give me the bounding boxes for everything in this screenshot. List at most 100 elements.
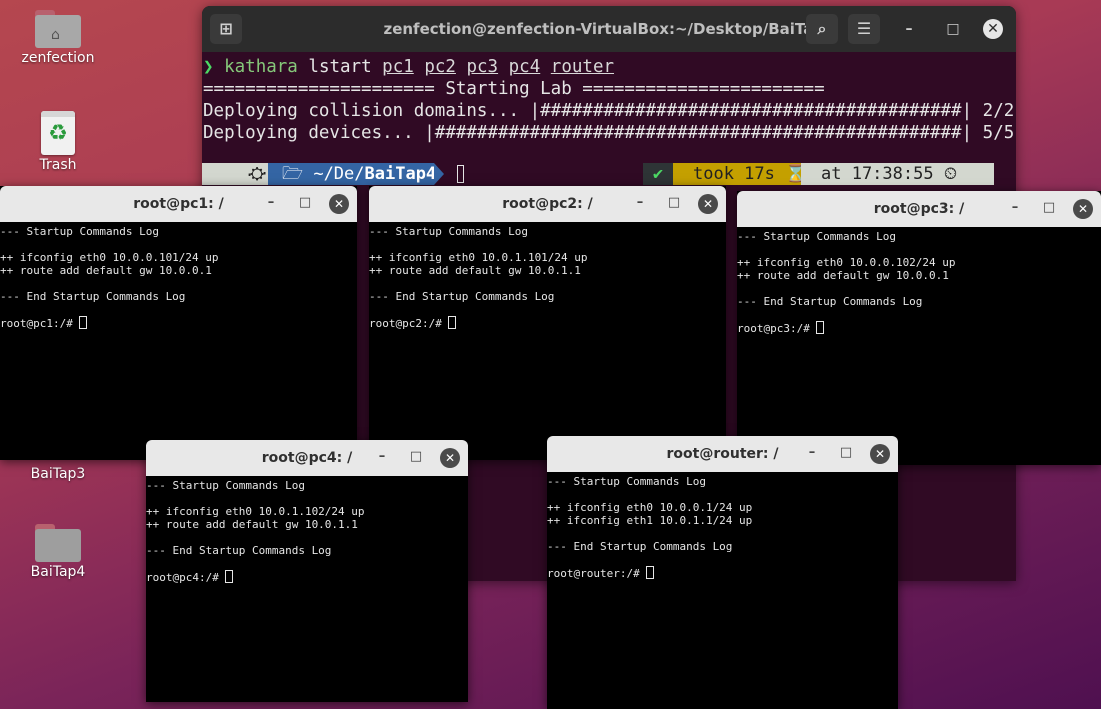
log-line: --- End Startup Commands Log [369, 290, 555, 303]
desktop-icon-home[interactable]: ⌂ zenfection [13, 10, 103, 66]
xterm-window-pc4[interactable]: root@pc4: / – □ ✕ --- Startup Commands L… [146, 440, 468, 702]
close-button[interactable]: ✕ [983, 19, 1003, 39]
desktop-icon-label: zenfection [21, 50, 95, 66]
shell-prompt: root@pc3:/# [737, 322, 817, 335]
minimize-button[interactable]: – [899, 19, 919, 39]
xterm-window-router[interactable]: root@router: / – □ ✕ --- Startup Command… [547, 436, 898, 709]
took-duration: took 17s ⌛ [673, 163, 806, 185]
success-check-icon: ✔ [643, 163, 673, 185]
main-terminal-output[interactable]: ❯ kathara lstart pc1 pc2 pc3 pc4 router … [202, 52, 1016, 144]
xterm-titlebar[interactable]: root@router: / – □ ✕ [547, 436, 898, 472]
command-arg: pc1 [382, 57, 414, 77]
log-line: --- End Startup Commands Log [547, 540, 733, 553]
maximize-button[interactable]: □ [837, 444, 855, 462]
folder-icon [35, 524, 81, 562]
shell-prompt-icon: ❯ [203, 57, 214, 77]
log-line: --- End Startup Commands Log [737, 295, 923, 308]
shell-prompt: root@pc1:/# [0, 317, 80, 330]
menu-button[interactable]: ☰ [848, 14, 880, 44]
xterm-titlebar[interactable]: root@pc1: / – □ ✕ [0, 186, 357, 222]
shell-prompt: root@router:/# [547, 567, 647, 580]
folder-icon: 🗁 [282, 164, 314, 184]
log-line: ++ ifconfig eth0 10.0.0.102/24 up [737, 256, 956, 269]
close-button[interactable]: ✕ [440, 448, 460, 468]
output-line: ====================== Starting Lab ====… [203, 79, 825, 99]
log-line: --- Startup Commands Log [146, 479, 305, 492]
xterm-output[interactable]: --- Startup Commands Log ++ ifconfig eth… [737, 227, 1101, 335]
desktop-icon-baitap4[interactable]: BaiTap4 [13, 524, 103, 580]
log-line: ++ ifconfig eth0 10.0.1.102/24 up [146, 505, 365, 518]
log-line: ++ route add default gw 10.0.0.1 [737, 269, 949, 282]
xterm-output[interactable]: --- Startup Commands Log ++ ifconfig eth… [0, 222, 357, 330]
desktop-icon-trash[interactable]: ♻ Trash [13, 111, 103, 173]
xterm-window-pc2[interactable]: root@pc2: / – □ ✕ --- Startup Commands L… [369, 186, 726, 460]
log-line: --- Startup Commands Log [0, 225, 159, 238]
command-arg: pc2 [424, 57, 456, 77]
command-arg: pc4 [508, 57, 541, 77]
text-cursor [816, 321, 825, 334]
shell-prompt: root@pc2:/# [369, 317, 449, 330]
log-line: ++ route add default gw 10.0.0.1 [0, 264, 212, 277]
path-current: BaiTap4 [364, 164, 437, 184]
maximize-button[interactable]: □ [665, 194, 683, 212]
close-button[interactable]: ✕ [698, 194, 718, 214]
xterm-titlebar[interactable]: root@pc3: / – □ ✕ [737, 191, 1101, 227]
maximize-button[interactable]: □ [1040, 199, 1058, 217]
command-program: kathara [224, 57, 298, 77]
text-cursor [457, 165, 464, 183]
command-subcommand: lstart [308, 57, 372, 77]
log-line: --- End Startup Commands Log [0, 290, 186, 303]
xterm-window-pc1[interactable]: root@pc1: / – □ ✕ --- Startup Commands L… [0, 186, 357, 460]
home-folder-icon: ⌂ [35, 10, 81, 48]
maximize-button[interactable]: □ [943, 19, 963, 39]
close-button[interactable]: ✕ [329, 194, 349, 214]
clock-time: at 17:38:55 ⏲ [801, 163, 994, 185]
command-arg: pc3 [466, 57, 499, 77]
log-line: --- Startup Commands Log [737, 230, 896, 243]
desktop-icon-label: BaiTap3 [30, 466, 86, 482]
log-line: ++ ifconfig eth0 10.0.0.1/24 up [547, 501, 753, 514]
minimize-button[interactable]: – [373, 448, 391, 466]
desktop-icon-baitap3[interactable]: BaiTap3 [13, 464, 103, 482]
xterm-titlebar[interactable]: root@pc4: / – □ ✕ [146, 440, 468, 476]
log-line: ++ ifconfig eth0 10.0.1.101/24 up [369, 251, 588, 264]
log-line: --- Startup Commands Log [547, 475, 706, 488]
close-button[interactable]: ✕ [870, 444, 890, 464]
minimize-button[interactable]: – [631, 194, 649, 212]
minimize-button[interactable]: – [262, 194, 280, 212]
log-line: --- Startup Commands Log [369, 225, 528, 238]
maximize-button[interactable]: □ [407, 448, 425, 466]
log-line: ++ ifconfig eth1 10.0.1.1/24 up [547, 514, 753, 527]
text-cursor [225, 570, 234, 583]
hamburger-menu-icon: ☰ [856, 19, 872, 38]
search-button[interactable]: ⌕ [806, 14, 838, 44]
text-cursor [646, 566, 655, 579]
path-segment: 🗁 ~/De/BaiTap4 [268, 163, 437, 185]
search-icon: ⌕ [817, 19, 827, 38]
text-cursor [448, 316, 457, 329]
path-prefix: ~/De/ [313, 164, 365, 184]
desktop-icon-label: Trash [39, 157, 77, 173]
xterm-window-pc3[interactable]: root@pc3: / – □ ✕ --- Startup Commands L… [737, 191, 1101, 465]
log-line: ++ route add default gw 10.0.1.1 [146, 518, 358, 531]
output-line: Deploying devices... |##################… [203, 123, 1015, 143]
minimize-button[interactable]: – [1006, 199, 1024, 217]
shell-prompt: root@pc4:/# [146, 571, 226, 584]
main-terminal-titlebar[interactable]: ⊞ zenfection@zenfection-VirtualBox:~/Des… [202, 6, 1016, 52]
desktop-icon-label: BaiTap4 [30, 564, 86, 580]
log-line: ++ ifconfig eth0 10.0.0.101/24 up [0, 251, 219, 264]
trash-icon: ♻ [41, 111, 75, 155]
main-terminal-title: zenfection@zenfection-VirtualBox:~/Deskt… [383, 20, 835, 38]
maximize-button[interactable]: □ [296, 194, 314, 212]
minimize-button[interactable]: – [803, 444, 821, 462]
close-button[interactable]: ✕ [1073, 199, 1093, 219]
prompt-status-bar: ⛮ 🗁 ~/De/BaiTap4 ✔ took 17s ⌛ at 17:38:5… [202, 163, 994, 185]
xterm-titlebar[interactable]: root@pc2: / – □ ✕ [369, 186, 726, 222]
xterm-output[interactable]: --- Startup Commands Log ++ ifconfig eth… [547, 472, 898, 580]
log-line: --- End Startup Commands Log [146, 544, 332, 557]
output-line: Deploying collision domains... |########… [203, 101, 1015, 121]
xterm-output[interactable]: --- Startup Commands Log ++ ifconfig eth… [369, 222, 726, 330]
xterm-output[interactable]: --- Startup Commands Log ++ ifconfig eth… [146, 476, 468, 584]
log-line: ++ route add default gw 10.0.1.1 [369, 264, 581, 277]
text-cursor [79, 316, 88, 329]
